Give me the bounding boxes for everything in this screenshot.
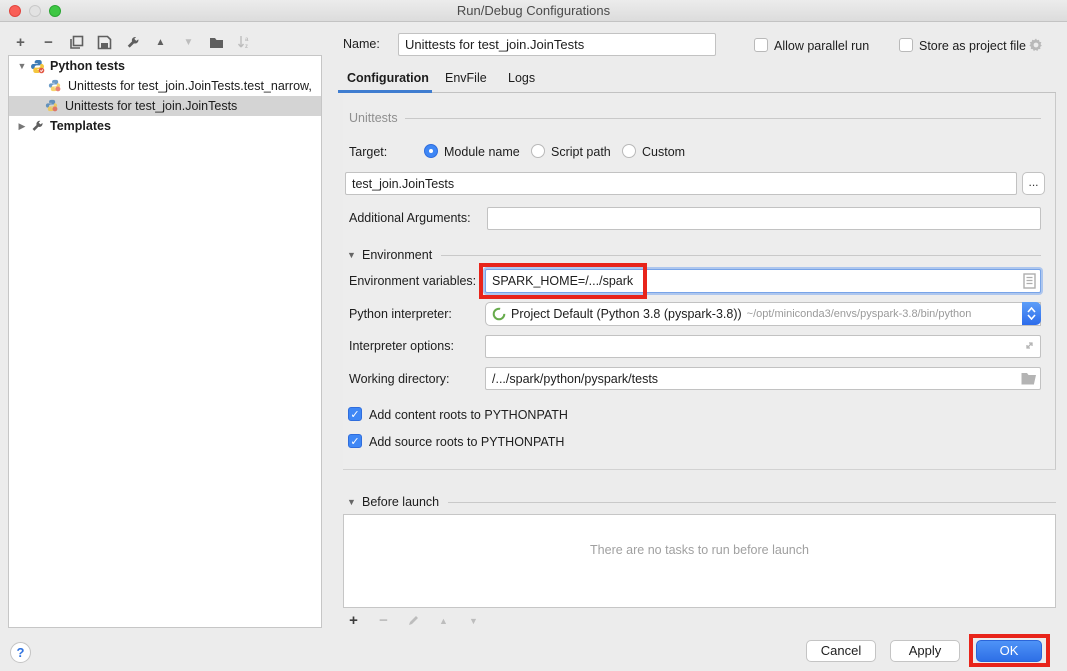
add-source-roots-checkbox[interactable] (348, 434, 362, 448)
target-script-path-label: Script path (551, 145, 611, 159)
allow-parallel-run-label: Allow parallel run (774, 39, 869, 53)
remove-task-button[interactable]: − (375, 612, 392, 629)
additional-arguments-label: Additional Arguments: (349, 211, 471, 225)
run-debug-configurations-dialog: Run/Debug Configurations + − ▲ ▼ az ▼ Py (0, 0, 1067, 671)
tree-item-label: Unittests for test_join.JoinTests.test_n… (68, 79, 312, 93)
remove-configuration-button[interactable]: − (40, 34, 57, 51)
title-bar: Run/Debug Configurations (0, 0, 1067, 22)
copy-configuration-icon[interactable] (68, 34, 85, 51)
before-launch-task-list[interactable]: There are no tasks to run before launch (343, 514, 1056, 608)
target-module-name-radio[interactable] (424, 144, 438, 158)
target-script-path-radio[interactable] (531, 144, 545, 158)
configurations-toolbar: + − ▲ ▼ az (12, 32, 253, 52)
tree-item-label: Unittests for test_join.JoinTests (65, 99, 237, 113)
chevron-down-icon[interactable]: ▼ (17, 61, 27, 71)
apply-button[interactable]: Apply (890, 640, 960, 662)
help-button[interactable]: ? (10, 642, 31, 663)
templates-wrench-icon (30, 119, 45, 134)
python-test-icon (45, 99, 60, 114)
python-tests-icon (30, 59, 45, 74)
before-launch-collapse-icon[interactable]: ▼ (347, 497, 356, 507)
empty-task-list-text: There are no tasks to run before launch (344, 543, 1055, 557)
target-module-input[interactable] (345, 172, 1017, 195)
name-input[interactable] (398, 33, 716, 56)
store-as-project-file-checkbox[interactable] (899, 38, 913, 52)
save-configuration-icon[interactable] (96, 34, 113, 51)
tree-item-unittests-jointests-selected[interactable]: Unittests for test_join.JoinTests (9, 96, 321, 116)
folder-browse-icon[interactable] (1021, 371, 1037, 390)
tree-item-unittests-narrow[interactable]: Unittests for test_join.JoinTests.test_n… (9, 76, 321, 96)
window-title: Run/Debug Configurations (0, 3, 1067, 18)
python-interpreter-select[interactable]: Project Default (Python 3.8 (pyspark-3.8… (485, 302, 1041, 326)
expand-field-icon[interactable] (1023, 339, 1036, 357)
environment-variables-input[interactable] (485, 269, 1041, 293)
target-label: Target: (349, 145, 387, 159)
unittests-section-rule (405, 118, 1041, 119)
before-launch-section-label: Before launch (362, 495, 439, 509)
target-custom-radio[interactable] (622, 144, 636, 158)
target-module-name-label: Module name (444, 145, 520, 159)
environment-section-label: Environment (362, 248, 432, 262)
python-interpreter-path: ~/opt/miniconda3/envs/pyspark-3.8/bin/py… (747, 308, 972, 320)
tree-item-templates[interactable]: ▶ Templates (9, 116, 321, 136)
browse-button[interactable]: ... (1022, 172, 1045, 195)
environment-variables-label: Environment variables: (349, 274, 476, 288)
edit-task-pencil-icon[interactable] (405, 612, 422, 629)
tab-envfile[interactable]: EnvFile (445, 71, 487, 85)
environment-collapse-icon[interactable]: ▼ (347, 250, 356, 260)
add-content-roots-label: Add content roots to PYTHONPATH (369, 408, 568, 422)
additional-arguments-input[interactable] (487, 207, 1041, 230)
add-configuration-button[interactable]: + (12, 34, 29, 51)
name-label: Name: (343, 37, 380, 51)
svg-text:z: z (245, 44, 248, 50)
store-options-gear-icon[interactable] (1028, 37, 1044, 58)
move-up-icon[interactable]: ▲ (152, 34, 169, 51)
edit-environment-variables-icon[interactable] (1022, 273, 1037, 294)
interpreter-options-input[interactable] (485, 335, 1041, 358)
target-custom-label: Custom (642, 145, 685, 159)
svg-text:a: a (245, 37, 249, 43)
edit-templates-wrench-icon[interactable] (124, 34, 141, 51)
sort-configurations-icon[interactable]: az (236, 34, 253, 51)
tree-item-python-tests[interactable]: ▼ Python tests (9, 56, 321, 76)
tree-item-label: Templates (50, 119, 111, 133)
interpreter-options-label: Interpreter options: (349, 339, 454, 353)
configurations-tree: ▼ Python tests Unittests for test_join.J… (8, 55, 322, 628)
tab-logs[interactable]: Logs (508, 71, 535, 85)
python-test-icon (48, 79, 63, 94)
conda-environment-icon (492, 307, 506, 321)
add-source-roots-label: Add source roots to PYTHONPATH (369, 435, 564, 449)
working-directory-label: Working directory: (349, 372, 450, 386)
before-launch-toolbar: + − ▲ ▼ (345, 612, 482, 629)
move-down-icon[interactable]: ▼ (180, 34, 197, 51)
tree-item-label: Python tests (50, 59, 125, 73)
python-interpreter-label: Python interpreter: (349, 307, 452, 321)
unittests-section-label: Unittests (349, 111, 398, 125)
tab-configuration[interactable]: Configuration (347, 71, 429, 85)
add-task-button[interactable]: + (345, 612, 362, 629)
working-directory-input[interactable] (485, 367, 1041, 390)
interpreter-dropdown-stepper[interactable] (1022, 302, 1041, 325)
cancel-button[interactable]: Cancel (806, 640, 876, 662)
allow-parallel-run-checkbox[interactable] (754, 38, 768, 52)
chevron-right-icon[interactable]: ▶ (17, 121, 27, 132)
environment-section-rule (441, 255, 1041, 256)
python-interpreter-value: Project Default (Python 3.8 (pyspark-3.8… (511, 307, 742, 321)
move-task-down-icon[interactable]: ▼ (465, 612, 482, 629)
store-as-project-file-label: Store as project file (919, 39, 1026, 53)
move-task-up-icon[interactable]: ▲ (435, 612, 452, 629)
before-launch-section-rule (448, 502, 1056, 503)
ok-button[interactable]: OK (976, 640, 1042, 662)
add-content-roots-checkbox[interactable] (348, 407, 362, 421)
new-folder-icon[interactable] (208, 34, 225, 51)
